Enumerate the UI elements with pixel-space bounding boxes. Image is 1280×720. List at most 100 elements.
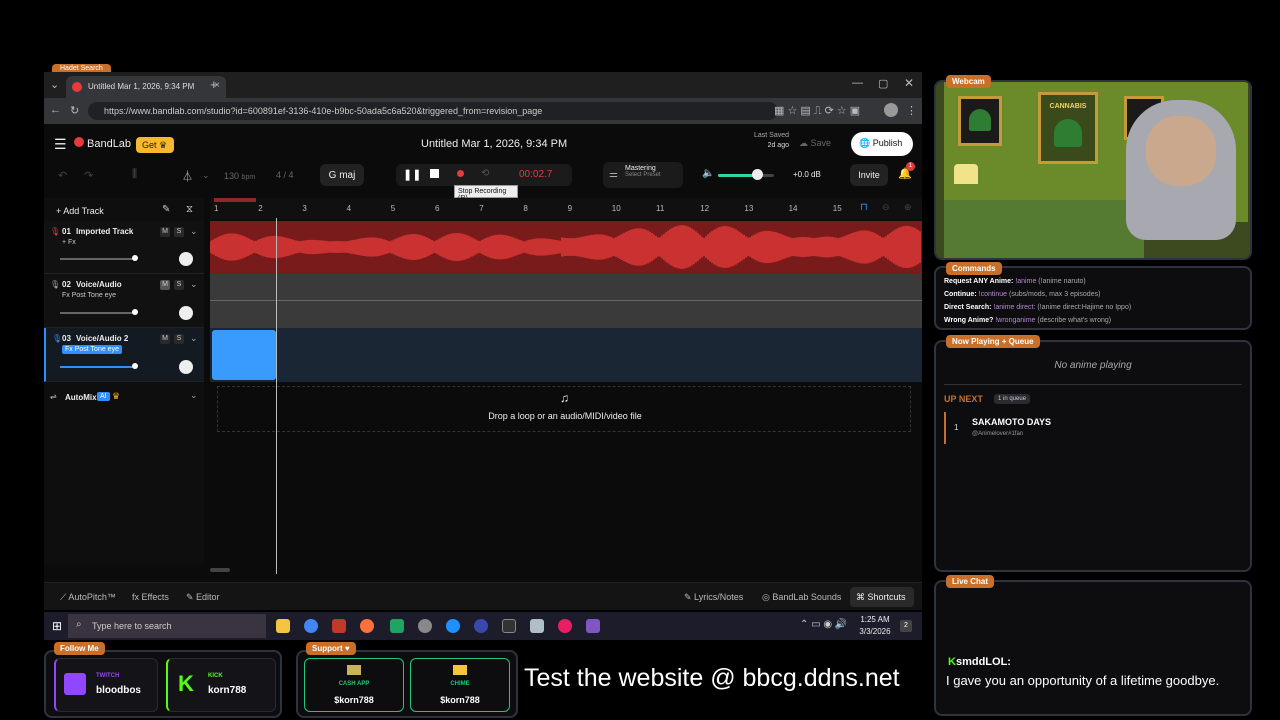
- undo-icon[interactable]: ↶: [58, 169, 67, 182]
- automix-row[interactable]: ⇌ AutoMix AI ♛ ⌄: [44, 386, 204, 408]
- mute-button[interactable]: M: [160, 334, 170, 344]
- bpm-field[interactable]: 130 bpm: [224, 171, 255, 181]
- pan-knob[interactable]: [179, 252, 193, 266]
- track-header-3[interactable]: 🎙 03 Voice/Audio 2 Fx Post Tone eye M S …: [44, 328, 204, 382]
- drop-zone[interactable]: ♫ Drop a loop or an audio/MIDI/video fil…: [217, 386, 911, 432]
- mastering-button[interactable]: ⚌ Mastering Select Preset: [603, 162, 683, 188]
- track-volume-slider[interactable]: [60, 366, 136, 368]
- metronome-icon[interactable]: ⏃: [182, 168, 193, 184]
- track-fx[interactable]: Fx Post Tone eye: [62, 345, 122, 354]
- hamburger-icon[interactable]: ☰: [54, 136, 67, 153]
- loop-region[interactable]: [214, 198, 256, 202]
- autopitch-button[interactable]: ⟋ AutoPitch™: [60, 592, 116, 603]
- taskbar-search[interactable]: ⌕ Type here to search: [68, 614, 266, 638]
- mute-button[interactable]: M: [160, 280, 170, 290]
- volume-icon[interactable]: 🔈: [702, 168, 714, 179]
- loop-icon[interactable]: ⟲: [481, 168, 489, 179]
- taskbar-time[interactable]: 1:25 AM: [858, 615, 892, 624]
- app-icon[interactable]: [530, 619, 544, 633]
- slider-handle[interactable]: [132, 255, 138, 261]
- maximize-icon[interactable]: ▢: [878, 77, 888, 90]
- track-volume-slider[interactable]: [60, 312, 136, 314]
- effects-button[interactable]: fx Effects: [132, 592, 169, 602]
- browser-tab[interactable]: Untitled Mar 1, 2026, 9:34 PM ×: [66, 76, 226, 98]
- solo-button[interactable]: S: [174, 227, 184, 237]
- pan-knob[interactable]: [179, 360, 193, 374]
- horizontal-scrollbar[interactable]: [210, 568, 230, 572]
- slider-handle[interactable]: [132, 309, 138, 315]
- new-tab-icon[interactable]: +: [210, 77, 218, 92]
- zoom-out-icon[interactable]: ⊖: [882, 202, 890, 213]
- record-icon[interactable]: [457, 170, 464, 177]
- chrome-icon[interactable]: [304, 619, 318, 633]
- chime-card[interactable]: CHIME $korn788: [410, 658, 510, 712]
- mute-button[interactable]: M: [160, 227, 170, 237]
- project-title[interactable]: Untitled Mar 1, 2026, 9:34 PM: [421, 138, 567, 150]
- slider-handle[interactable]: [132, 363, 138, 369]
- track-volume-slider[interactable]: [60, 258, 136, 260]
- track-header-2[interactable]: 🎙 02 Voice/Audio Fx Post Tone eye M S ⌄: [44, 274, 204, 328]
- twitch-card[interactable]: TWITCH bloodbos: [54, 658, 158, 712]
- tray-icons[interactable]: ⌃ ▭ ◉ 🔊: [800, 619, 847, 630]
- menu-icon[interactable]: ⋮: [906, 104, 917, 117]
- profile-avatar[interactable]: [884, 103, 898, 117]
- track-lane-1[interactable]: [210, 221, 922, 274]
- mixer-icon[interactable]: ⫼: [132, 168, 137, 181]
- reload-icon[interactable]: ↻: [70, 104, 79, 117]
- kick-card[interactable]: K KICK korn788: [166, 658, 276, 712]
- stop-icon[interactable]: [430, 169, 439, 178]
- file-explorer-icon[interactable]: [276, 619, 290, 633]
- url-field[interactable]: https://www.bandlab.com/studio?id=600891…: [88, 102, 778, 120]
- obs-icon[interactable]: [418, 619, 432, 633]
- app-icon[interactable]: [558, 619, 572, 633]
- pencil-icon[interactable]: ✎: [162, 204, 170, 215]
- close-window-icon[interactable]: ✕: [904, 76, 914, 90]
- shortcuts-button[interactable]: ⌘ Shortcuts: [850, 587, 914, 607]
- recording-clip[interactable]: [212, 330, 276, 380]
- track-header-1[interactable]: 🎙 01 Imported Track + Fx M S ⌄: [44, 221, 204, 274]
- chevron-down-icon[interactable]: ⌄: [202, 170, 210, 181]
- app-icon[interactable]: [390, 619, 404, 633]
- invite-button[interactable]: Invite: [850, 164, 888, 186]
- chevron-down-icon[interactable]: ⌄: [190, 333, 198, 344]
- track-name[interactable]: Voice/Audio: [76, 280, 122, 289]
- notification-center[interactable]: 2: [900, 620, 912, 632]
- time-signature[interactable]: 4 / 4: [276, 170, 294, 180]
- zoom-in-icon[interactable]: ⊕: [904, 202, 912, 213]
- voicemeeter-icon[interactable]: [332, 619, 346, 633]
- snap-icon[interactable]: ⊓: [860, 202, 868, 213]
- app-icon[interactable]: [586, 619, 600, 633]
- tab-list-icon[interactable]: ⌄: [50, 78, 59, 91]
- sounds-button[interactable]: ◎ BandLab Sounds: [762, 592, 841, 603]
- minimize-icon[interactable]: —: [852, 77, 863, 89]
- pan-knob[interactable]: [179, 306, 193, 320]
- playhead[interactable]: [276, 218, 277, 574]
- chevron-down-icon[interactable]: ⌄: [190, 279, 198, 290]
- windows-start-icon[interactable]: ⊞: [52, 619, 62, 633]
- solo-button[interactable]: S: [174, 280, 184, 290]
- track-name[interactable]: Voice/Audio 2: [76, 334, 128, 343]
- lyrics-button[interactable]: ✎ Lyrics/Notes: [684, 592, 743, 603]
- track-name[interactable]: Imported Track: [76, 227, 133, 236]
- save-button[interactable]: ☁ Save: [799, 138, 831, 149]
- cashapp-card[interactable]: CASH APP $korn788: [304, 658, 404, 712]
- edge-icon[interactable]: [446, 619, 460, 633]
- bandlab-logo[interactable]: BandLab: [87, 138, 131, 150]
- taskbar-date[interactable]: 3/3/2026: [856, 627, 894, 636]
- master-volume-slider[interactable]: [718, 174, 774, 177]
- get-button[interactable]: Get ♛: [136, 137, 174, 153]
- back-icon[interactable]: ←: [50, 104, 61, 116]
- split-icon[interactable]: ⧖: [186, 204, 193, 215]
- key-selector[interactable]: G maj: [320, 164, 364, 186]
- extensions-icons[interactable]: ▦ ☆ ▤ ⎍ ⟳ ☆ ▣: [774, 104, 860, 118]
- app-icon[interactable]: [474, 619, 488, 633]
- volume-slider-handle[interactable]: [752, 169, 763, 180]
- chevron-down-icon[interactable]: ⌄: [190, 390, 198, 401]
- firefox-icon[interactable]: [360, 619, 374, 633]
- solo-button[interactable]: S: [174, 334, 184, 344]
- add-track-button[interactable]: + Add Track: [56, 206, 104, 216]
- redo-icon[interactable]: ↷: [84, 169, 93, 182]
- track-fx[interactable]: Fx Post Tone eye: [62, 292, 116, 299]
- ruler[interactable]: 1 2 3 4 5 6 7 8 9 10 11 12 13 14 15 ⊓ ⊖ ⊕: [210, 198, 922, 220]
- publish-button[interactable]: 🌐 Publish: [851, 132, 913, 156]
